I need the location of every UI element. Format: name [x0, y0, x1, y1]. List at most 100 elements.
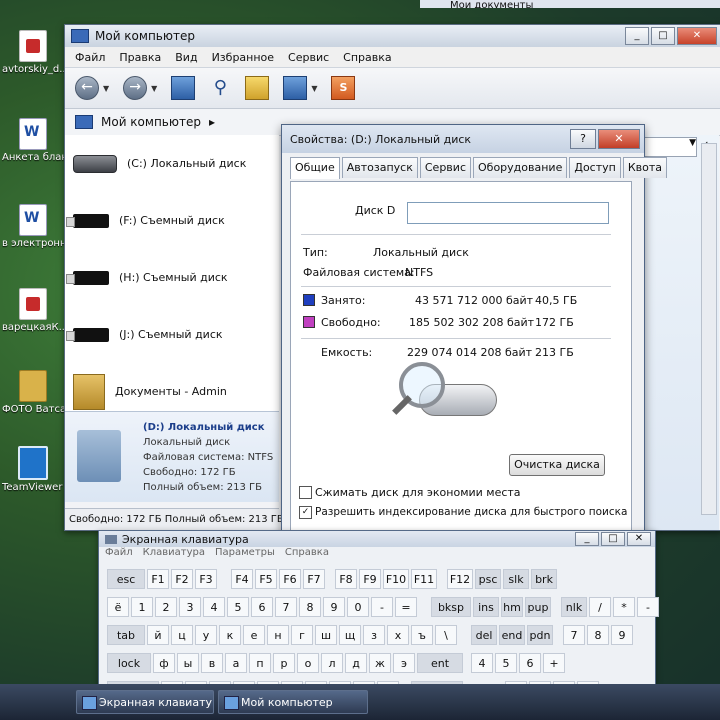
key-2-12[interactable]: ъ	[411, 625, 433, 645]
forward-arrow-icon[interactable]: →	[123, 76, 148, 100]
key-1-13[interactable]: bksp	[431, 597, 471, 617]
chevron-down-icon[interactable]: ▼	[311, 84, 317, 93]
key-3-15[interactable]: 6	[519, 653, 541, 673]
desktop-icon-4[interactable]: варецкаяК...	[2, 288, 64, 333]
key-0-7[interactable]: F7	[303, 569, 325, 589]
scrollbar[interactable]	[701, 143, 717, 515]
maximize-button[interactable]: □	[601, 532, 625, 546]
key-3-1[interactable]: ф	[153, 653, 175, 673]
key-2-5[interactable]: е	[243, 625, 265, 645]
taskbar-item-explorer[interactable]: Мой компьютер	[218, 690, 368, 714]
osk-menu-help[interactable]: Справка	[285, 547, 329, 563]
osk-menu-settings[interactable]: Параметры	[215, 547, 275, 563]
osk-menu-keyboard[interactable]: Клавиатура	[143, 547, 205, 563]
key-1-5[interactable]: 5	[227, 597, 249, 617]
key-3-13[interactable]: 4	[471, 653, 493, 673]
back-arrow-icon[interactable]: ←	[75, 76, 99, 100]
key-2-10[interactable]: з	[363, 625, 385, 645]
up-folder-icon[interactable]	[171, 76, 196, 100]
properties-titlebar[interactable]: Свойства: (D:) Локальный диск ? ✕	[282, 125, 644, 153]
key-3-4[interactable]: а	[225, 653, 247, 673]
explorer-titlebar[interactable]: Мой компьютер _ □ ✕	[65, 25, 720, 47]
key-3-11[interactable]: э	[393, 653, 415, 673]
key-3-14[interactable]: 5	[495, 653, 517, 673]
desktop-icon-1[interactable]: avtorskiy_d...	[2, 30, 64, 75]
key-0-2[interactable]: F2	[171, 569, 193, 589]
key-1-0[interactable]: ё	[107, 597, 129, 617]
close-button[interactable]: ✕	[627, 532, 651, 546]
app-icon[interactable]: S	[331, 76, 356, 100]
key-1-19[interactable]: *	[613, 597, 635, 617]
key-3-2[interactable]: ы	[177, 653, 199, 673]
drive-item[interactable]: (H:) Съемный диск	[65, 249, 279, 306]
menu-tools[interactable]: Сервис	[288, 51, 329, 64]
key-0-5[interactable]: F5	[255, 569, 277, 589]
key-2-7[interactable]: г	[291, 625, 313, 645]
key-0-10[interactable]: F10	[383, 569, 409, 589]
osk-titlebar[interactable]: Экранная клавиатура _ □ ✕	[99, 531, 655, 547]
key-0-0[interactable]: esc	[107, 569, 145, 589]
key-0-4[interactable]: F4	[231, 569, 253, 589]
chevron-down-icon[interactable]: ▼	[103, 84, 109, 93]
search-icon[interactable]: ⚲	[209, 77, 231, 99]
desktop-icon-5[interactable]: ФОТО Ватсап	[2, 370, 64, 415]
key-1-10[interactable]: 0	[347, 597, 369, 617]
desktop-icon-2[interactable]: Анкета бланк	[2, 118, 64, 163]
key-2-1[interactable]: й	[147, 625, 169, 645]
drive-item[interactable]: (F:) Съемный диск	[65, 192, 279, 249]
key-3-12[interactable]: ent	[417, 653, 463, 673]
tab-general[interactable]: Общие	[290, 157, 340, 179]
key-1-7[interactable]: 7	[275, 597, 297, 617]
key-1-18[interactable]: /	[589, 597, 611, 617]
index-checkbox[interactable]: ✓	[299, 506, 312, 519]
key-1-11[interactable]: -	[371, 597, 393, 617]
key-0-6[interactable]: F6	[279, 569, 301, 589]
chevron-down-icon[interactable]: ▼	[151, 84, 157, 93]
key-1-14[interactable]: ins	[473, 597, 499, 617]
key-1-3[interactable]: 3	[179, 597, 201, 617]
menu-favorites[interactable]: Избранное	[212, 51, 274, 64]
desktop-icon-3[interactable]: в электронн...	[2, 204, 64, 249]
disk-name-input[interactable]	[407, 202, 609, 224]
key-0-8[interactable]: F8	[335, 569, 357, 589]
key-2-13[interactable]: \	[435, 625, 457, 645]
key-0-12[interactable]: F12	[447, 569, 473, 589]
key-2-14[interactable]: del	[471, 625, 497, 645]
menu-edit[interactable]: Правка	[119, 51, 161, 64]
views-icon[interactable]	[283, 76, 308, 100]
key-2-6[interactable]: н	[267, 625, 289, 645]
tab-sharing[interactable]: Доступ	[569, 157, 621, 178]
close-button[interactable]: ✕	[598, 129, 640, 149]
tab-quota[interactable]: Квота	[622, 157, 667, 178]
key-0-13[interactable]: psc	[475, 569, 501, 589]
tab-tools[interactable]: Сервис	[419, 157, 471, 178]
key-1-8[interactable]: 8	[299, 597, 321, 617]
key-0-3[interactable]: F3	[195, 569, 217, 589]
key-3-5[interactable]: п	[249, 653, 271, 673]
menu-help[interactable]: Справка	[343, 51, 391, 64]
close-button[interactable]: ✕	[677, 27, 717, 45]
key-2-9[interactable]: щ	[339, 625, 361, 645]
folders-icon[interactable]	[245, 76, 270, 100]
key-2-8[interactable]: ш	[315, 625, 337, 645]
tab-hardware[interactable]: Оборудование	[473, 157, 568, 178]
key-1-17[interactable]: nlk	[561, 597, 587, 617]
key-2-16[interactable]: pdn	[527, 625, 553, 645]
tab-autoplay[interactable]: Автозапуск	[341, 157, 418, 178]
maximize-button[interactable]: □	[651, 27, 675, 45]
drive-item[interactable]: (J:) Съемный диск	[65, 306, 279, 363]
drive-item[interactable]: (C:) Локальный диск	[65, 135, 279, 192]
key-2-17[interactable]: 7	[563, 625, 585, 645]
disk-cleanup-button[interactable]: Очистка диска	[509, 454, 605, 476]
key-3-7[interactable]: о	[297, 653, 319, 673]
key-1-12[interactable]: =	[395, 597, 417, 617]
key-0-14[interactable]: slk	[503, 569, 529, 589]
minimize-button[interactable]: _	[575, 532, 599, 546]
key-3-6[interactable]: р	[273, 653, 295, 673]
help-button[interactable]: ?	[570, 129, 596, 149]
chevron-right-icon[interactable]: ▸	[209, 115, 215, 129]
taskbar-item-osk[interactable]: Экранная клавиатура	[76, 690, 214, 714]
key-3-3[interactable]: в	[201, 653, 223, 673]
menu-file[interactable]: Файл	[75, 51, 105, 64]
key-3-10[interactable]: ж	[369, 653, 391, 673]
